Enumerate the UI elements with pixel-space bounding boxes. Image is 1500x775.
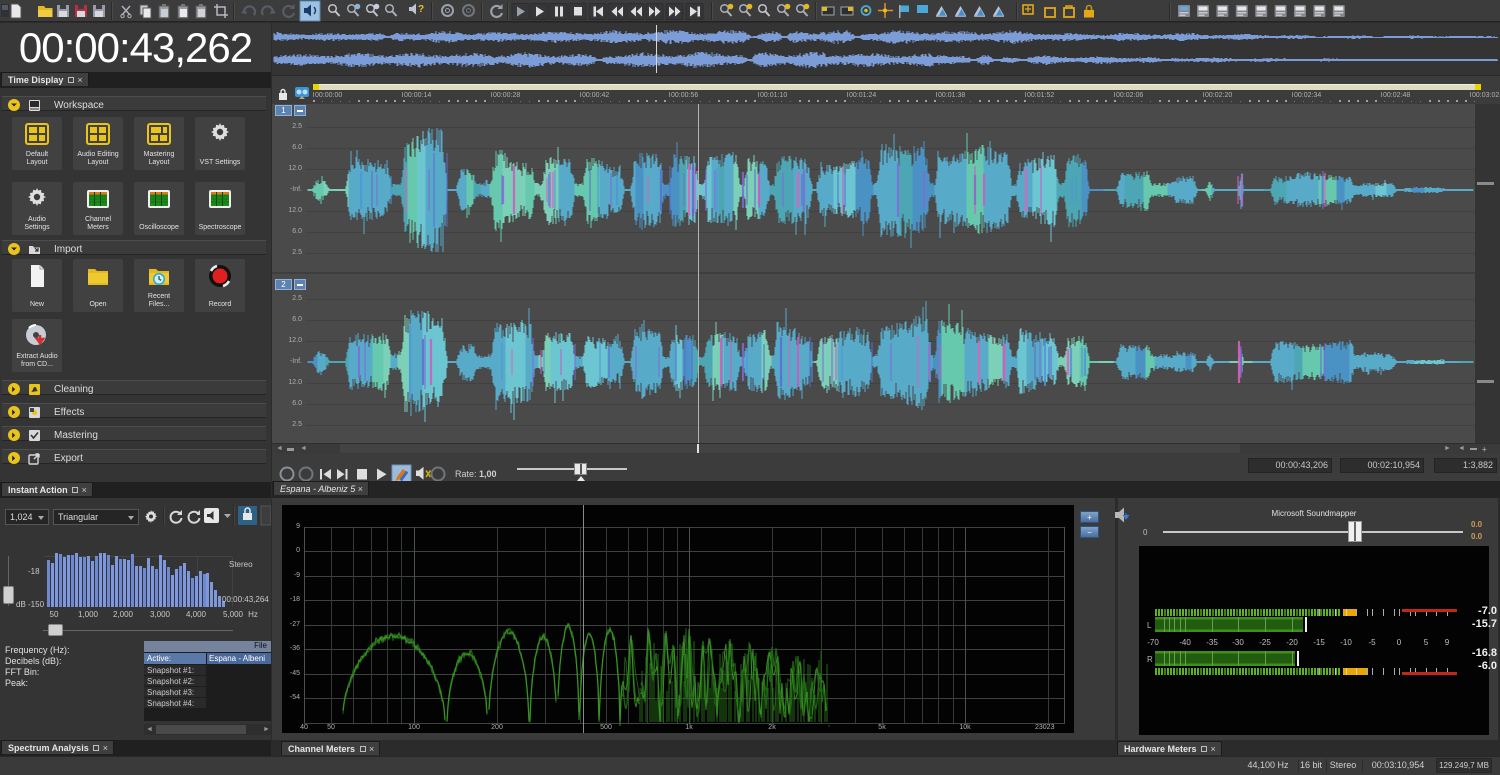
svg-text:-40: -40 xyxy=(1179,638,1191,647)
svg-text:9: 9 xyxy=(1445,638,1450,647)
svg-text:-5: -5 xyxy=(1368,638,1376,647)
svg-text:5: 5 xyxy=(1424,638,1429,647)
svg-text:-10: -10 xyxy=(1340,638,1352,647)
svg-text:-70: -70 xyxy=(1147,638,1159,647)
svg-text:-15: -15 xyxy=(1313,638,1325,647)
svg-text:-25: -25 xyxy=(1259,638,1271,647)
svg-text:-30: -30 xyxy=(1232,638,1244,647)
svg-text:0: 0 xyxy=(1397,638,1402,647)
svg-text:L: L xyxy=(1147,621,1152,630)
svg-text:-20: -20 xyxy=(1286,638,1298,647)
svg-text:-35: -35 xyxy=(1206,638,1218,647)
svg-text:R: R xyxy=(1147,655,1153,664)
